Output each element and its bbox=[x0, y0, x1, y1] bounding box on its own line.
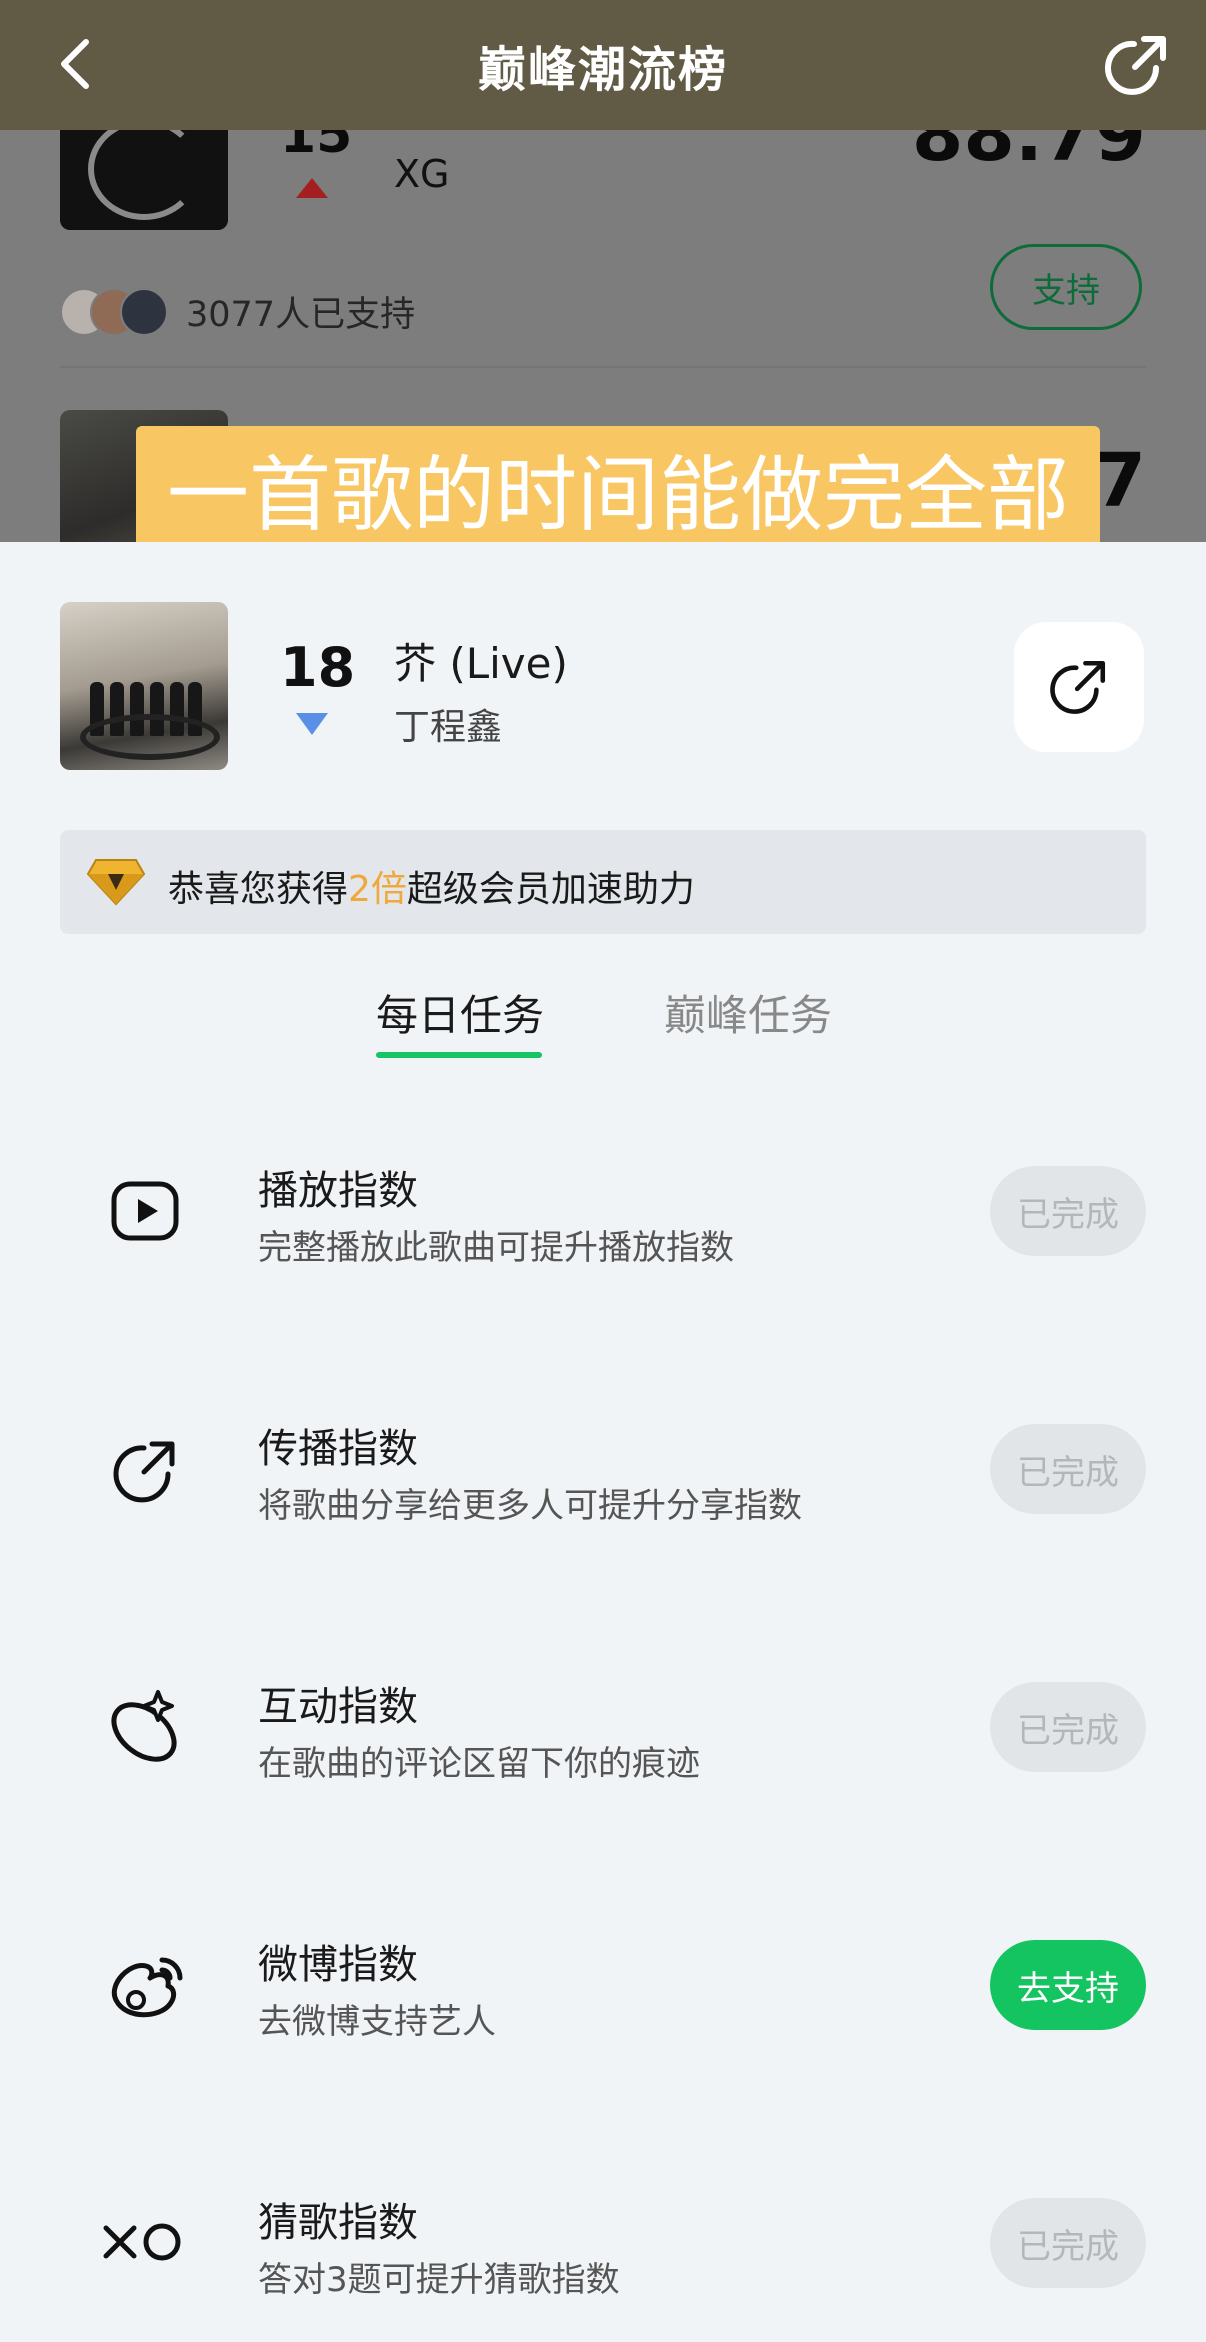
task-desc: 在歌曲的评论区留下你的痕迹 bbox=[258, 1744, 700, 1784]
task-title: 互动指数 bbox=[258, 1684, 418, 1730]
task-done-button[interactable]: 已完成 bbox=[990, 1682, 1146, 1772]
task-done-button[interactable]: 已完成 bbox=[990, 2198, 1146, 2288]
song-artist: 丁程鑫 bbox=[394, 707, 503, 748]
tab-peak-tasks[interactable]: 巅峰任务 bbox=[664, 982, 832, 1043]
active-tab-indicator bbox=[376, 1052, 542, 1058]
task-desc: 答对3题可提升猜歌指数 bbox=[258, 2260, 620, 2300]
task-tabs: 每日任务 巅峰任务 bbox=[0, 982, 1206, 1062]
vip-boost-banner: 恭喜您获得2倍超级会员加速助力 bbox=[60, 830, 1146, 934]
task-title: 猜歌指数 bbox=[258, 2200, 418, 2246]
task-title: 传播指数 bbox=[258, 1426, 418, 1472]
weibo-icon bbox=[111, 1957, 183, 2018]
comment-sparkle-icon bbox=[111, 1690, 177, 1762]
xo-icon bbox=[103, 2223, 181, 2261]
diamond-icon bbox=[86, 859, 146, 906]
tab-daily-tasks[interactable]: 每日任务 bbox=[376, 982, 544, 1043]
share-button[interactable] bbox=[1014, 622, 1144, 752]
divider bbox=[60, 366, 1146, 368]
share-icon[interactable] bbox=[1102, 30, 1172, 100]
task-item-interact: 互动指数 在歌曲的评论区留下你的痕迹 已完成 bbox=[0, 1654, 1206, 1824]
support-button[interactable]: 支持 bbox=[990, 244, 1142, 330]
nav-header: 巅峰潮流榜 bbox=[0, 0, 1206, 130]
task-desc: 完整播放此歌曲可提升播放指数 bbox=[258, 1228, 734, 1268]
song-title: 芥 (Live) bbox=[394, 639, 568, 688]
vip-text-prefix: 恭喜您获得 bbox=[168, 869, 349, 910]
task-item-share: 传播指数 将歌曲分享给更多人可提升分享指数 已完成 bbox=[0, 1396, 1206, 1566]
task-sheet: 18 芥 (Live) 丁程鑫 恭喜您获得2倍超级会员加速助力 每日任务 巅峰任… bbox=[0, 542, 1206, 2342]
go-support-button[interactable]: 去支持 bbox=[990, 1940, 1146, 2030]
task-item-play: 播放指数 完整播放此歌曲可提升播放指数 已完成 bbox=[0, 1138, 1206, 1308]
task-item-weibo: 微博指数 去微博支持艺人 去支持 bbox=[0, 1912, 1206, 2082]
play-icon bbox=[111, 1181, 179, 1241]
support-count: 3077人已支持 bbox=[186, 295, 416, 335]
share-icon bbox=[113, 1441, 175, 1503]
rank-down-icon bbox=[296, 713, 328, 735]
vip-multiplier: 2倍 bbox=[348, 869, 407, 910]
vip-text-suffix: 超级会员加速助力 bbox=[406, 869, 695, 910]
share-icon bbox=[1050, 660, 1106, 714]
rank-number: 18 bbox=[280, 636, 356, 699]
artist-name: XG bbox=[394, 152, 450, 196]
task-item-guess: 猜歌指数 答对3题可提升猜歌指数 已完成 bbox=[0, 2170, 1206, 2340]
vip-boost-text: 恭喜您获得2倍超级会员加速助力 bbox=[168, 860, 695, 912]
task-desc: 将歌曲分享给更多人可提升分享指数 bbox=[258, 1486, 802, 1526]
task-title: 微博指数 bbox=[258, 1942, 418, 1988]
task-title: 播放指数 bbox=[258, 1168, 418, 1214]
page-title: 巅峰潮流榜 bbox=[477, 42, 728, 98]
album-cover bbox=[60, 602, 228, 770]
task-desc: 去微博支持艺人 bbox=[258, 2002, 496, 2042]
task-done-button[interactable]: 已完成 bbox=[990, 1424, 1146, 1514]
video-caption-overlay: 一首歌的时间能做完全部 bbox=[136, 426, 1100, 548]
task-done-button[interactable]: 已完成 bbox=[990, 1166, 1146, 1256]
rank-up-icon bbox=[296, 178, 328, 198]
